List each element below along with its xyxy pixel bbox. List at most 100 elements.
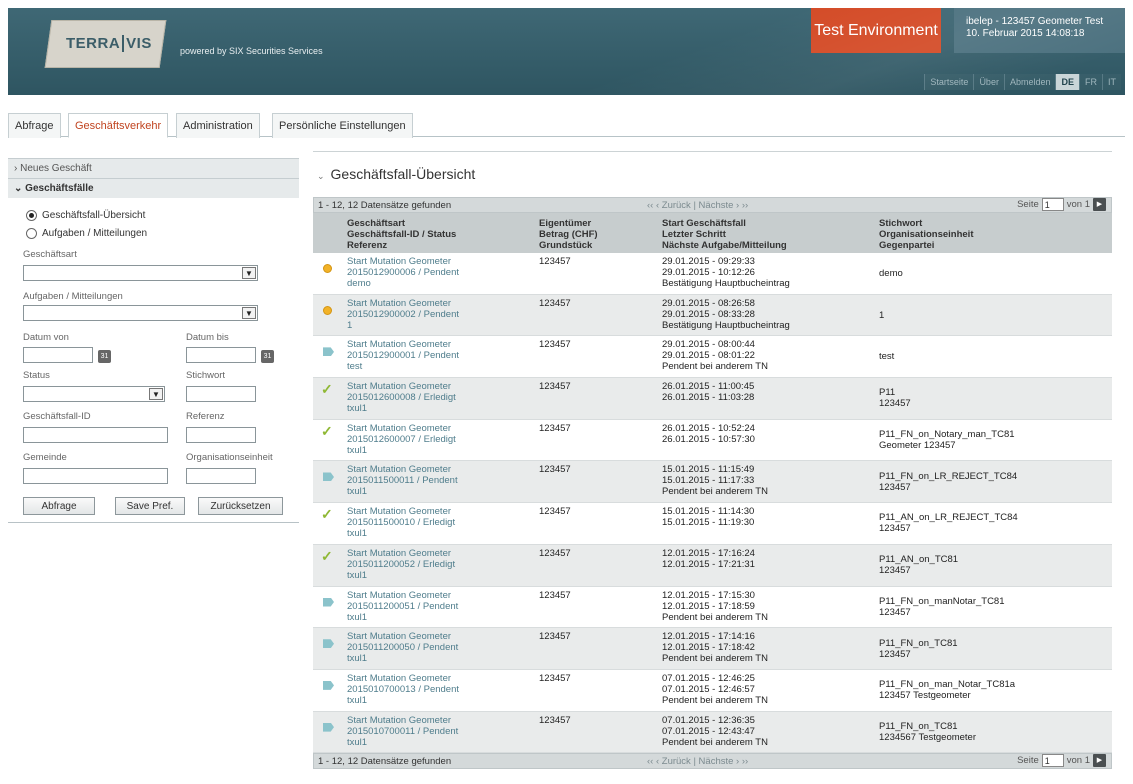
referenz-input[interactable]	[186, 427, 256, 443]
header-geschaeftsart[interactable]: Geschäftsart Geschäftsfall-ID / Status Ref…	[343, 213, 535, 253]
table-row[interactable]: Start Mutation Geometer 2015010700011 / P…	[313, 711, 1112, 754]
radio-aufgaben-indicator[interactable]	[26, 228, 37, 239]
table-row[interactable]: Start Mutation Geometer 2015012900001 / P…	[313, 336, 1112, 379]
case-type[interactable]: Start Mutation Geometer	[347, 673, 535, 684]
go-arrow-icon[interactable]: ▶	[1093, 198, 1106, 211]
case-reference[interactable]: demo	[347, 278, 535, 289]
case-type[interactable]: Start Mutation Geometer	[347, 423, 535, 434]
link-ueber[interactable]: Über	[973, 74, 1004, 90]
table-row[interactable]: Start Mutation Geometer 2015010700013 / P…	[313, 669, 1112, 712]
case-reference[interactable]: test	[347, 361, 535, 372]
stichwort-input[interactable]	[186, 386, 256, 402]
case-id[interactable]: 2015011500011 / Pendent	[347, 475, 535, 486]
case-type[interactable]: Start Mutation Geometer	[347, 590, 535, 601]
chevron-down-icon[interactable]: ▼	[149, 388, 163, 400]
case-type[interactable]: Start Mutation Geometer	[347, 298, 535, 309]
case-type[interactable]: Start Mutation Geometer	[347, 548, 535, 559]
radio-uebersicht[interactable]: Geschäftsfall-Übersicht	[26, 210, 145, 221]
case-type[interactable]: Start Mutation Geometer	[347, 256, 535, 267]
case-cell[interactable]: Start Mutation Geometer 2015011500010 / E…	[343, 503, 535, 544]
case-id[interactable]: 2015012900006 / Pendent	[347, 267, 535, 278]
section-neues-geschaeft[interactable]: › Neues Geschäft	[8, 158, 299, 178]
gemeinde-input[interactable]	[23, 468, 168, 484]
case-id[interactable]: 2015011500010 / Erledigt	[347, 517, 535, 528]
organisationseinheit-input[interactable]	[186, 468, 256, 484]
case-cell[interactable]: Start Mutation Geometer 2015012900001 / P…	[343, 336, 535, 377]
terravis-logo[interactable]: TERRA VIS	[66, 35, 152, 52]
reset-button[interactable]: Zurücksetzen	[198, 497, 283, 515]
tab-abfrage[interactable]: Abfrage	[8, 113, 61, 138]
query-button[interactable]: Abfrage	[23, 497, 95, 515]
datum-bis-input[interactable]	[186, 347, 256, 363]
case-cell[interactable]: Start Mutation Geometer 2015011200050 / P…	[343, 628, 535, 669]
tab-geschaeftsverkehr[interactable]: Geschäftsverkehr	[68, 113, 169, 138]
calendar-icon[interactable]: 31	[98, 350, 111, 363]
table-row[interactable]: ✓ Start Mutation Geometer 2015011500010 / …	[313, 503, 1112, 545]
table-row[interactable]: ✓ Start Mutation Geometer 2015012600008 / …	[313, 378, 1112, 420]
lang-fr[interactable]: FR	[1079, 74, 1102, 90]
chevron-down-icon[interactable]: ▼	[242, 307, 256, 319]
link-abmelden[interactable]: Abmelden	[1003, 74, 1056, 90]
page-input[interactable]: 1	[1041, 198, 1064, 211]
case-id[interactable]: 2015011200051 / Pendent	[347, 601, 535, 612]
tab-administration[interactable]: Administration	[176, 113, 260, 138]
collapse-caret-icon[interactable]: ⌄	[317, 171, 325, 181]
case-reference[interactable]: txul1	[347, 653, 535, 664]
select-status[interactable]: ▼	[23, 386, 165, 402]
case-id[interactable]: 2015012900001 / Pendent	[347, 350, 535, 361]
case-cell[interactable]: Start Mutation Geometer 2015012900006 / P…	[343, 253, 535, 294]
case-type[interactable]: Start Mutation Geometer	[347, 381, 535, 392]
page-title[interactable]: ⌄ Geschäftsfall-Übersicht	[317, 166, 475, 182]
geschaeftsfall-id-input[interactable]	[23, 427, 168, 443]
header-stichwort[interactable]: Stichwort Organisationseinheit Gegenpartei	[875, 213, 1112, 253]
radio-aufgaben[interactable]: Aufgaben / Mitteilungen	[26, 228, 147, 239]
link-startseite[interactable]: Startseite	[924, 74, 973, 90]
table-row[interactable]: ✓ Start Mutation Geometer 2015012600007 / …	[313, 419, 1112, 462]
chevron-down-icon[interactable]: ▼	[242, 267, 256, 279]
case-id[interactable]: 2015011200050 / Pendent	[347, 642, 535, 653]
case-reference[interactable]: txul1	[347, 737, 535, 748]
case-reference[interactable]: txul1	[347, 570, 535, 581]
case-reference[interactable]: txul1	[347, 695, 535, 706]
case-cell[interactable]: Start Mutation Geometer 2015010700013 / P…	[343, 670, 535, 711]
save-pref-button[interactable]: Save Pref.	[115, 497, 185, 515]
case-id[interactable]: 2015011200052 / Erledigt	[347, 559, 535, 570]
radio-uebersicht-indicator[interactable]	[26, 210, 37, 221]
case-type[interactable]: Start Mutation Geometer	[347, 339, 535, 350]
section-geschaeftsfaelle[interactable]: ⌄ Geschäftsfälle	[8, 178, 299, 198]
pager-nav[interactable]: ‹‹ ‹ Zurück | Nächste › ››	[647, 200, 748, 211]
go-arrow-icon[interactable]: ▶	[1093, 754, 1106, 768]
tab-persoenliche-einstellungen[interactable]: Persönliche Einstellungen	[272, 113, 413, 138]
pager-nav[interactable]: ‹‹ ‹ Zurück | Nächste › ››	[647, 756, 748, 767]
header-eigentuemer[interactable]: Eigentümer Betrag (CHF) Grundstück	[535, 213, 658, 253]
case-id[interactable]: 2015012900002 / Pendent	[347, 309, 535, 320]
case-cell[interactable]: Start Mutation Geometer 2015010700011 / P…	[343, 712, 535, 753]
table-row[interactable]: Start Mutation Geometer 2015011200050 / P…	[313, 628, 1112, 670]
table-row[interactable]: ✓ Start Mutation Geometer 2015011200052 / …	[313, 544, 1112, 587]
case-cell[interactable]: Start Mutation Geometer 2015011200052 / E…	[343, 545, 535, 586]
case-cell[interactable]: Start Mutation Geometer 2015012600007 / E…	[343, 420, 535, 461]
case-reference[interactable]: txul1	[347, 612, 535, 623]
calendar-icon[interactable]: 31	[261, 350, 274, 363]
table-row[interactable]: Start Mutation Geometer 2015012900002 / P…	[313, 294, 1112, 337]
case-cell[interactable]: Start Mutation Geometer 2015011500011 / P…	[343, 461, 535, 502]
case-id[interactable]: 2015012600008 / Erledigt	[347, 392, 535, 403]
case-id[interactable]: 2015012600007 / Erledigt	[347, 434, 535, 445]
case-id[interactable]: 2015010700013 / Pendent	[347, 684, 535, 695]
case-reference[interactable]: txul1	[347, 445, 535, 456]
case-type[interactable]: Start Mutation Geometer	[347, 715, 535, 726]
header-start[interactable]: Start Geschäftsfall Letzter Schritt Nächst…	[658, 213, 875, 253]
lang-it[interactable]: IT	[1102, 74, 1121, 90]
case-cell[interactable]: Start Mutation Geometer 2015012900002 / P…	[343, 295, 535, 336]
case-reference[interactable]: txul1	[347, 403, 535, 414]
case-cell[interactable]: Start Mutation Geometer 2015011200051 / P…	[343, 587, 535, 628]
case-reference[interactable]: txul1	[347, 486, 535, 497]
case-type[interactable]: Start Mutation Geometer	[347, 506, 535, 517]
select-geschaeftsart[interactable]: ▼	[23, 265, 258, 281]
select-aufgaben[interactable]: ▼	[23, 305, 258, 321]
case-type[interactable]: Start Mutation Geometer	[347, 464, 535, 475]
table-row[interactable]: Start Mutation Geometer 2015011200051 / P…	[313, 586, 1112, 629]
table-row[interactable]: Start Mutation Geometer 2015012900006 / P…	[313, 253, 1112, 295]
page-input[interactable]: 1	[1041, 754, 1064, 768]
lang-de[interactable]: DE	[1055, 74, 1079, 90]
